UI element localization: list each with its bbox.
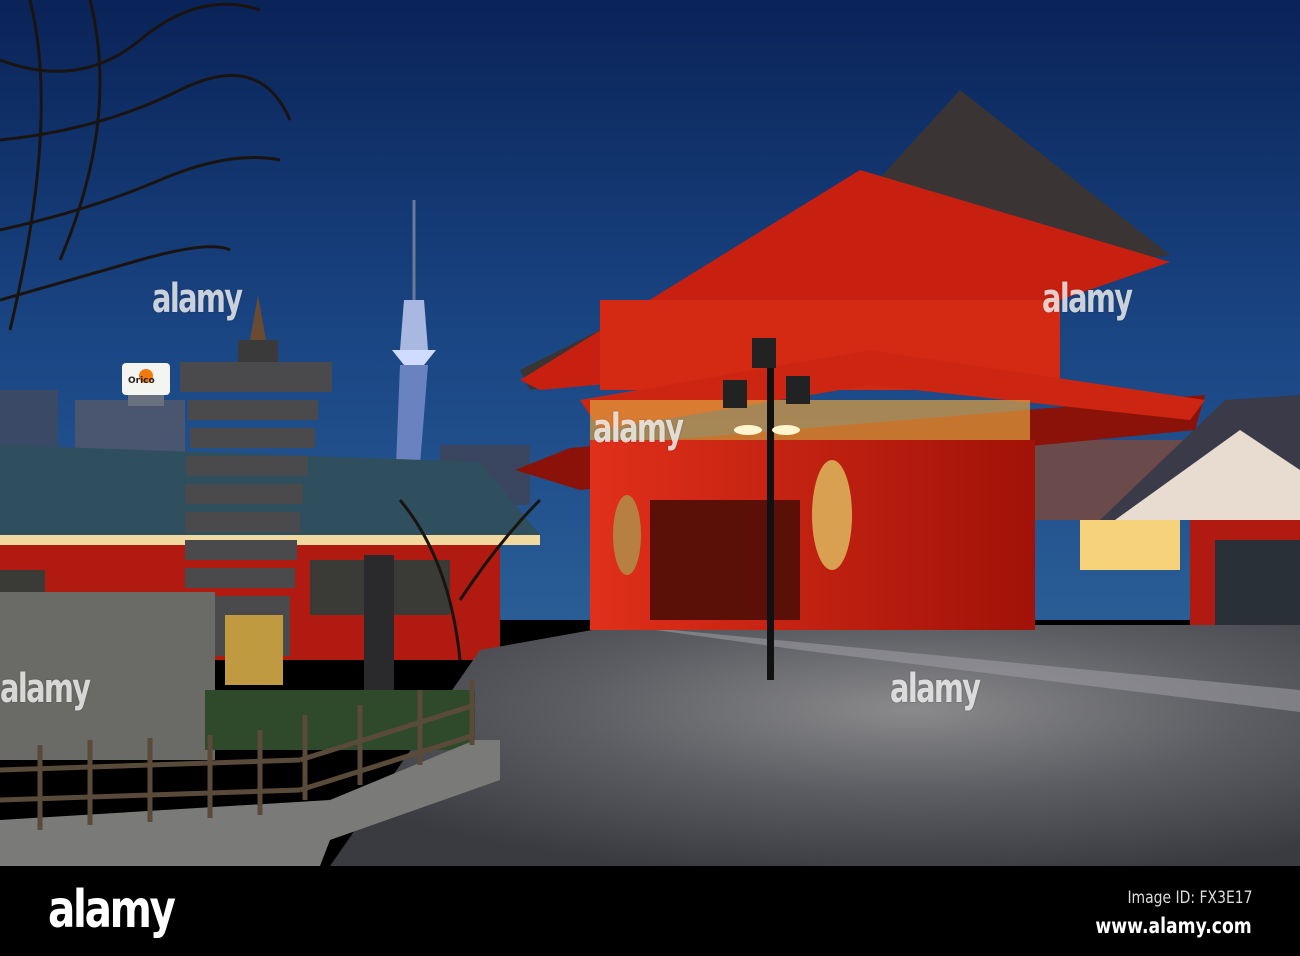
image-id: Image ID: FX3E17 [1126, 888, 1252, 908]
watermark: alamy [593, 406, 684, 452]
gate-straw-sandal [812, 460, 852, 570]
sign-text: Orico [128, 376, 155, 386]
watermark: alamy [152, 276, 243, 322]
footer-bar: alamy Image ID: FX3E17 www.alamy.com [0, 866, 1300, 956]
website-link: www.alamy.com [1095, 914, 1252, 938]
watermark: alamy [890, 666, 981, 712]
watermark: alamy [0, 666, 91, 712]
alamy-logo: alamy [48, 880, 176, 940]
watermark: alamy [1042, 276, 1133, 322]
info-board [225, 615, 283, 685]
